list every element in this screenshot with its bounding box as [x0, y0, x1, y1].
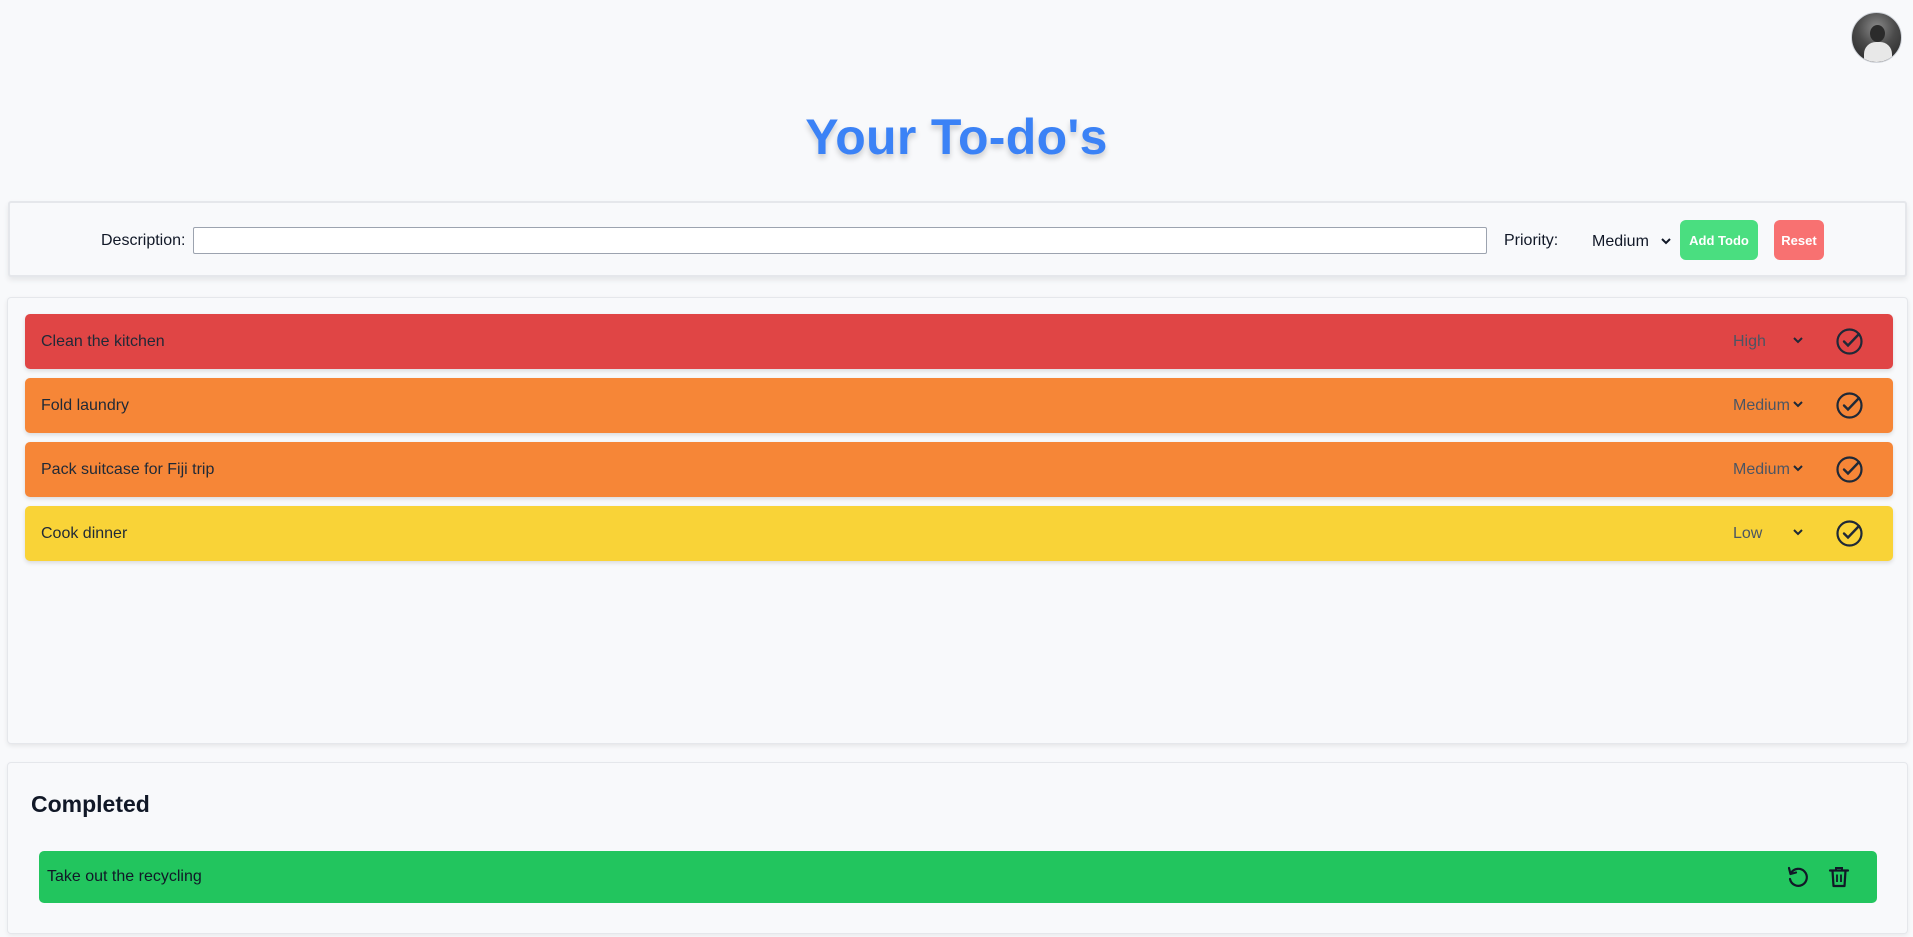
page-title: Your To-do's	[805, 109, 1108, 165]
undo-icon[interactable]	[1785, 864, 1811, 890]
todo-text: Clean the kitchen	[41, 333, 165, 350]
todo-item: Cook dinner Low	[25, 506, 1893, 561]
description-label: Description:	[101, 232, 186, 249]
todo-priority-select[interactable]: Low	[1733, 525, 1762, 543]
todo-priority-select[interactable]: Medium	[1733, 397, 1790, 415]
avatar-body	[1864, 42, 1892, 62]
trash-icon[interactable]	[1826, 864, 1852, 890]
todo-item: Pack suitcase for Fiji trip Medium	[25, 442, 1893, 497]
check-circle-icon[interactable]	[1835, 391, 1864, 420]
chevron-down-icon[interactable]	[1792, 398, 1804, 410]
chevron-down-icon[interactable]	[1792, 526, 1804, 538]
completed-section: Completed Take out the recycling	[7, 762, 1908, 934]
completed-title: Completed	[31, 791, 150, 817]
add-todo-button[interactable]: Add Todo	[1680, 220, 1758, 260]
todo-priority-select[interactable]: High	[1733, 333, 1766, 351]
chevron-down-icon[interactable]	[1792, 334, 1804, 346]
chevron-down-icon[interactable]	[1792, 462, 1804, 474]
chevron-down-icon	[1661, 238, 1671, 245]
todo-text: Pack suitcase for Fiji trip	[41, 461, 215, 478]
check-circle-icon[interactable]	[1835, 455, 1864, 484]
todo-item: Clean the kitchen High	[25, 314, 1893, 369]
add-todo-form: Description: Priority: Medium Add Todo R…	[8, 201, 1907, 277]
user-avatar[interactable]	[1851, 12, 1902, 63]
priority-select-value: Medium	[1592, 233, 1649, 250]
description-input[interactable]	[193, 227, 1487, 254]
todo-list: Clean the kitchen High Fold laundry Medi…	[7, 297, 1908, 744]
reset-button[interactable]: Reset	[1774, 220, 1824, 260]
completed-text: Take out the recycling	[47, 868, 202, 885]
check-circle-icon[interactable]	[1835, 327, 1864, 356]
todo-text: Cook dinner	[41, 525, 128, 542]
priority-label: Priority:	[1504, 232, 1559, 249]
check-circle-icon[interactable]	[1835, 519, 1864, 548]
completed-item: Take out the recycling	[39, 851, 1877, 903]
avatar-head	[1870, 25, 1885, 42]
priority-select[interactable]: Medium	[1575, 227, 1680, 257]
todo-text: Fold laundry	[41, 397, 130, 414]
todo-priority-select[interactable]: Medium	[1733, 461, 1790, 479]
todo-item: Fold laundry Medium	[25, 378, 1893, 433]
